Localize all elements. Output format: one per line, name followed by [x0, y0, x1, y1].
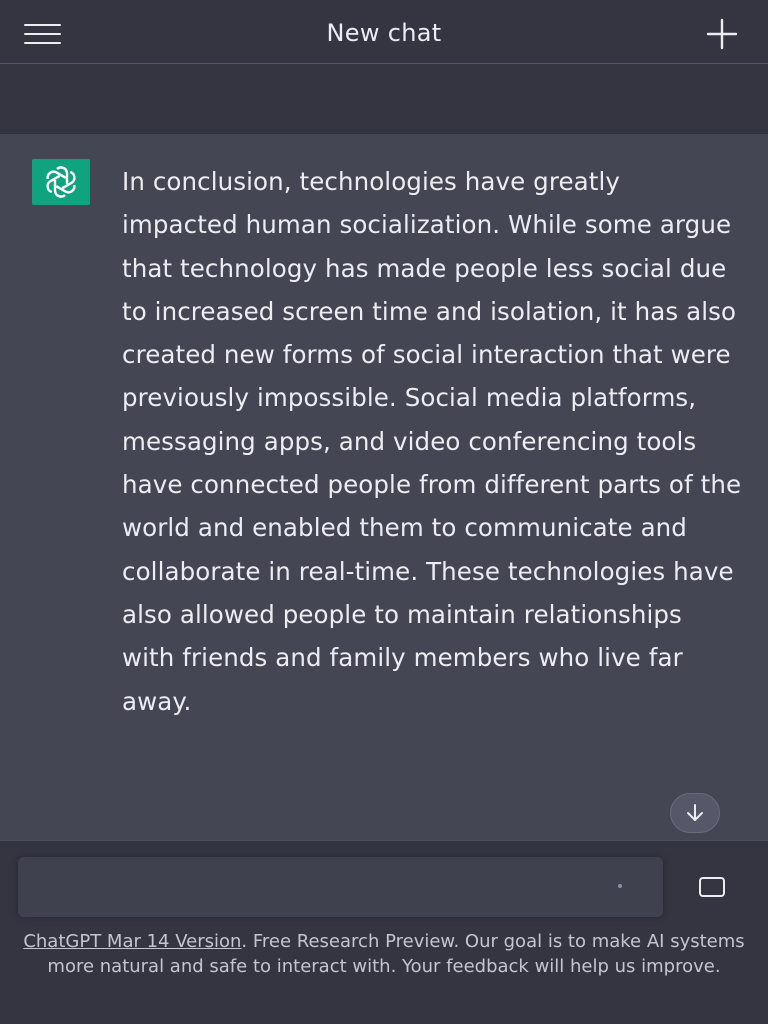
typing-indicator-dot [618, 884, 622, 888]
footer-disclaimer: ChatGPT Mar 14 Version. Free Research Pr… [20, 929, 748, 979]
scroll-to-bottom-button[interactable] [670, 793, 720, 833]
assistant-avatar [32, 159, 90, 205]
chat-app: New chat In conclusion, technologies hav… [0, 0, 768, 1024]
stop-square-icon [699, 877, 725, 897]
empty-user-message [0, 64, 768, 134]
version-link[interactable]: ChatGPT Mar 14 Version [23, 931, 241, 952]
message-input-container [18, 857, 663, 917]
assistant-message: In conclusion, technologies have greatly… [0, 134, 768, 840]
stop-generating-button[interactable] [690, 871, 734, 903]
composer-area: ChatGPT Mar 14 Version. Free Research Pr… [0, 840, 768, 1024]
arrow-down-icon [687, 804, 703, 821]
message-input[interactable] [18, 857, 663, 917]
page-title: New chat [326, 19, 442, 47]
new-chat-button[interactable] [704, 16, 740, 52]
assistant-message-text: In conclusion, technologies have greatly… [122, 167, 742, 716]
top-bar: New chat [0, 0, 768, 64]
plus-icon [706, 18, 738, 50]
openai-logo-icon [46, 166, 76, 198]
